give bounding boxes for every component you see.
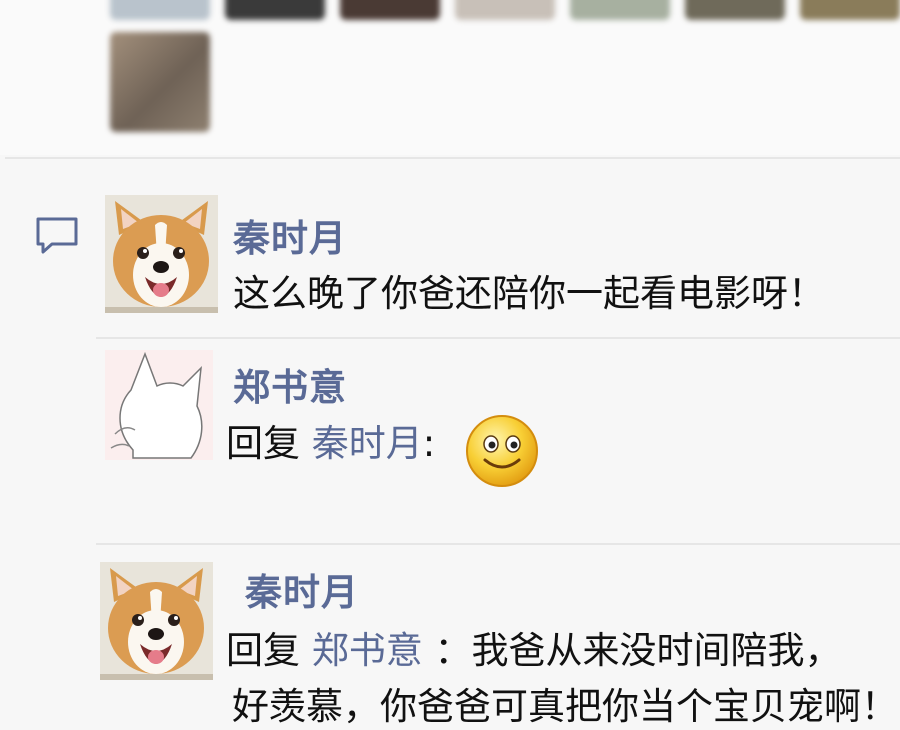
reply-label: 回复 — [226, 422, 300, 465]
comment-author[interactable]: 郑书意 — [233, 357, 347, 411]
comment-author[interactable]: 秦时月 — [245, 562, 359, 616]
comment-text: ：我爸从来没时间陪我， — [434, 629, 842, 672]
comment-reply-line: 回复 郑书意 ：我爸从来没时间陪我， — [226, 620, 842, 674]
photo-thumbnail[interactable] — [800, 0, 900, 20]
avatar-corgi[interactable] — [105, 195, 218, 313]
photo-thumbnail[interactable] — [685, 0, 785, 20]
avatar-corgi[interactable] — [100, 562, 213, 680]
reply-colon: : — [422, 422, 436, 465]
photo-grid — [0, 0, 900, 155]
photo-thumbnail[interactable] — [455, 0, 555, 20]
avatar-sketch-cat[interactable] — [105, 350, 213, 460]
reply-target-link[interactable]: 郑书意 — [312, 629, 423, 672]
reply-label: 回复 — [226, 629, 300, 672]
section-divider — [5, 157, 900, 159]
comment-text: 这么晚了你爸还陪你一起看电影呀！ — [233, 272, 825, 315]
reply-target-link[interactable]: 秦时月 — [312, 422, 423, 465]
comment-text-continued: 好羡慕，你爸爸可真把你当个宝贝宠啊！ — [232, 685, 898, 728]
photo-thumbnail[interactable] — [110, 0, 210, 20]
photo-thumbnail[interactable] — [110, 32, 210, 132]
photo-thumbnail[interactable] — [340, 0, 440, 20]
smiley-emoji — [466, 415, 538, 487]
comment-author[interactable]: 秦时月 — [233, 208, 347, 262]
photo-thumbnail[interactable] — [225, 0, 325, 20]
comment-divider — [96, 543, 900, 545]
photo-thumbnail[interactable] — [570, 0, 670, 20]
comment-bubble-icon[interactable] — [34, 216, 80, 256]
comment-reply-line: 回复 秦时月: — [226, 413, 435, 467]
comment-divider — [96, 337, 900, 339]
